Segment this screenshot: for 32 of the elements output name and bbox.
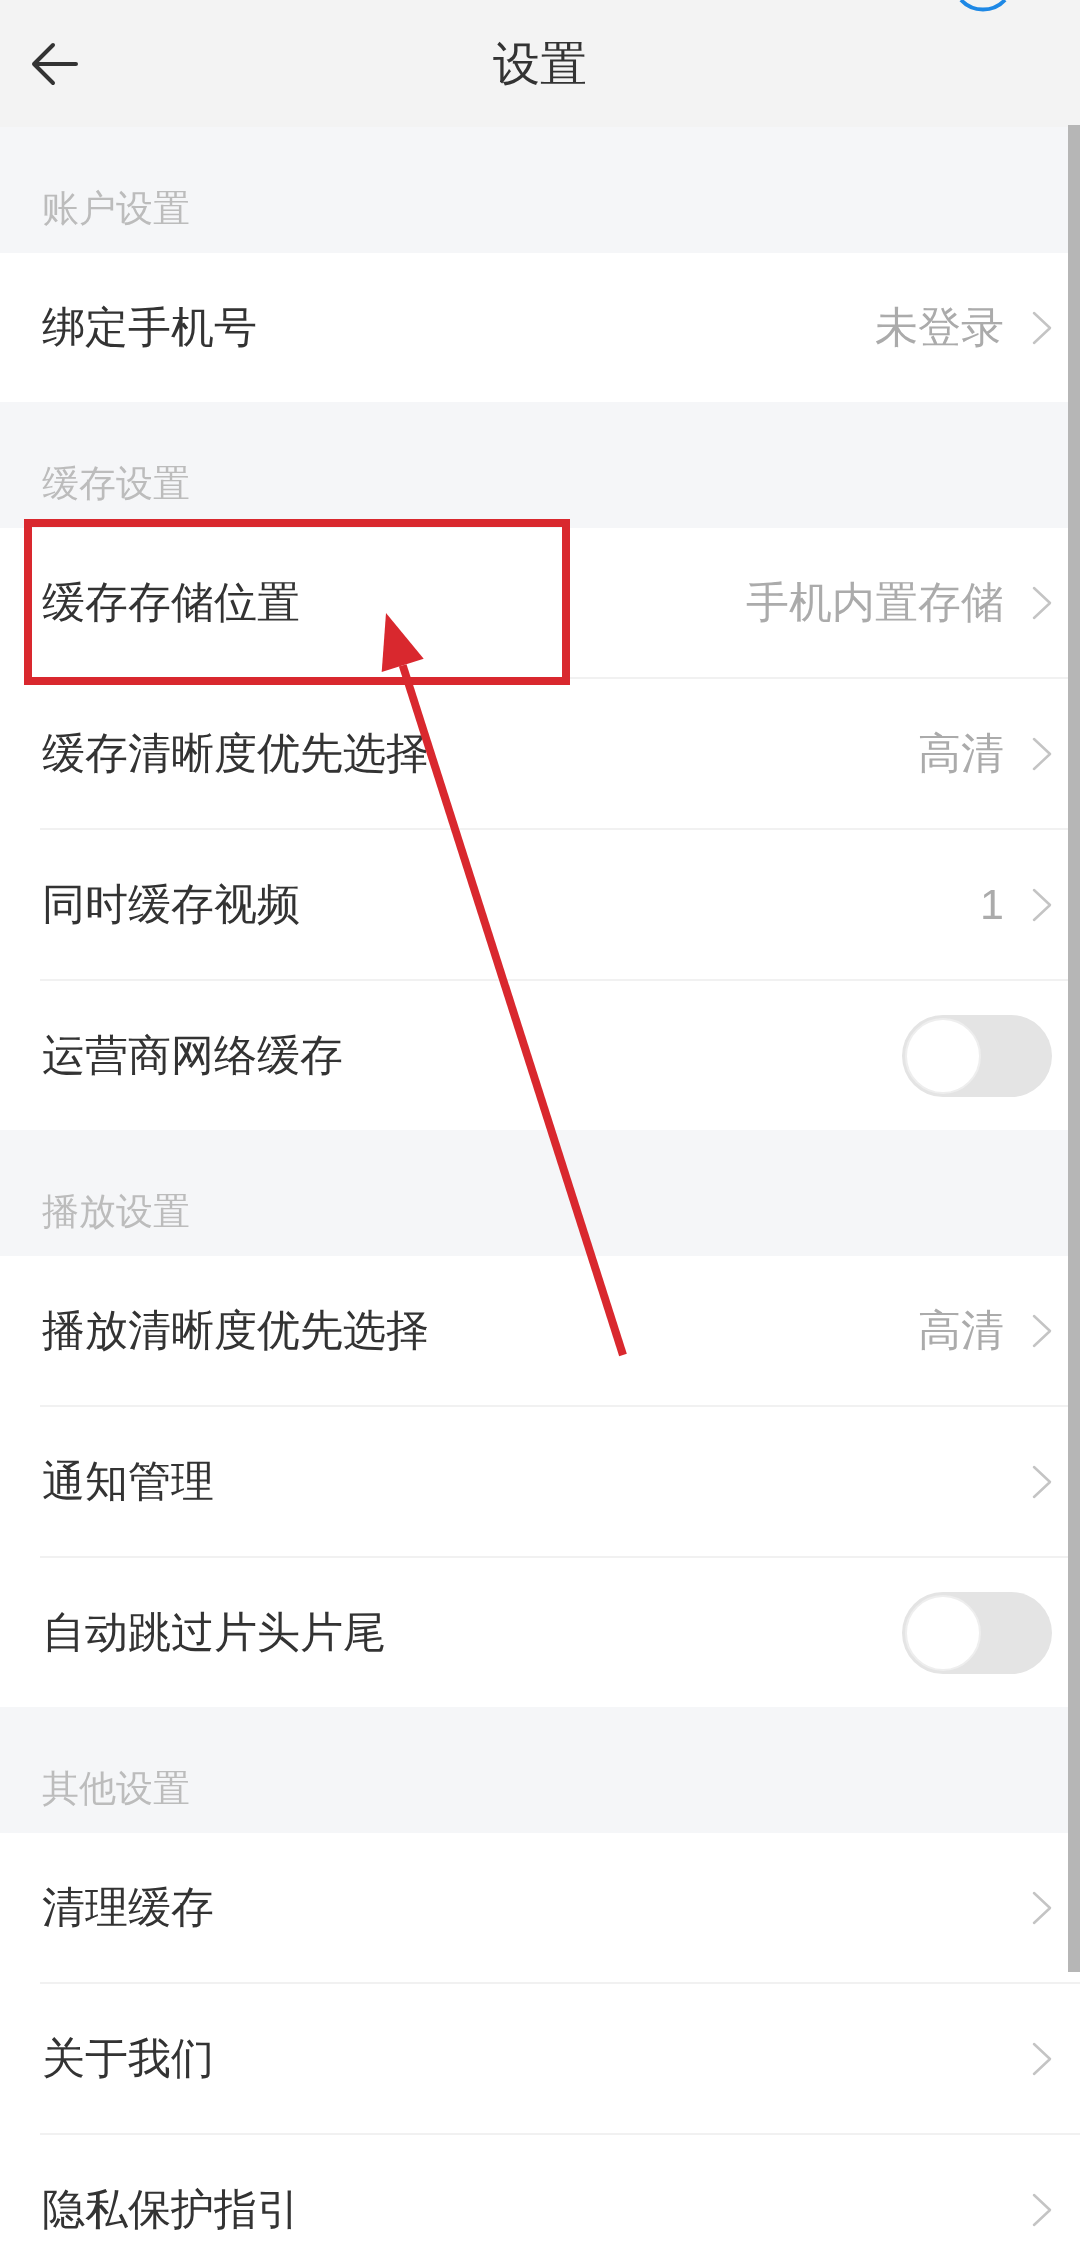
setting-value: 手机内置存储 [746, 581, 1004, 624]
settings-row[interactable]: 播放清晰度优先选择 高清 [0, 1256, 1068, 1405]
settings-row[interactable]: 清理缓存 [0, 1833, 1068, 1982]
section-header: 缓存设置 [42, 463, 190, 504]
setting-value: 高清 [918, 732, 1004, 775]
chevron-right-icon [1032, 585, 1052, 620]
settings-row[interactable]: 同时缓存视频 1 [0, 830, 1068, 979]
settings-row[interactable]: 关于我们 [0, 1984, 1068, 2133]
section-header: 其他设置 [42, 1768, 190, 1809]
section-header: 账户设置 [42, 188, 190, 229]
section-header: 播放设置 [42, 1191, 190, 1232]
settings-row[interactable]: 缓存清晰度优先选择 高清 [0, 679, 1068, 828]
chevron-right-icon [1032, 2041, 1052, 2076]
setting-value: 高清 [918, 1309, 1004, 1352]
chevron-right-icon [1032, 1890, 1052, 1925]
setting-value: 未登录 [875, 306, 1004, 349]
settings-row[interactable]: 隐私保护指引 [0, 2135, 1068, 2261]
ring-icon [957, 0, 1009, 12]
settings-row[interactable]: 绑定手机号 未登录 [0, 253, 1068, 402]
page-title: 设置 [493, 40, 587, 87]
settings-row[interactable]: 通知管理 [0, 1407, 1068, 1556]
chevron-right-icon [1032, 736, 1052, 771]
setting-label: 自动跳过片头片尾 [42, 1611, 386, 1654]
setting-label: 运营商网络缓存 [42, 1034, 343, 1077]
chevron-right-icon [1032, 310, 1052, 345]
chevron-right-icon [1032, 1313, 1052, 1348]
back-arrow-icon [30, 41, 78, 86]
chevron-right-icon [1032, 2192, 1052, 2227]
setting-value: 1 [980, 883, 1004, 926]
chevron-right-icon [1032, 887, 1052, 922]
settings-row[interactable]: 缓存存储位置 手机内置存储 [0, 528, 1068, 677]
chevron-right-icon [1032, 1464, 1052, 1499]
